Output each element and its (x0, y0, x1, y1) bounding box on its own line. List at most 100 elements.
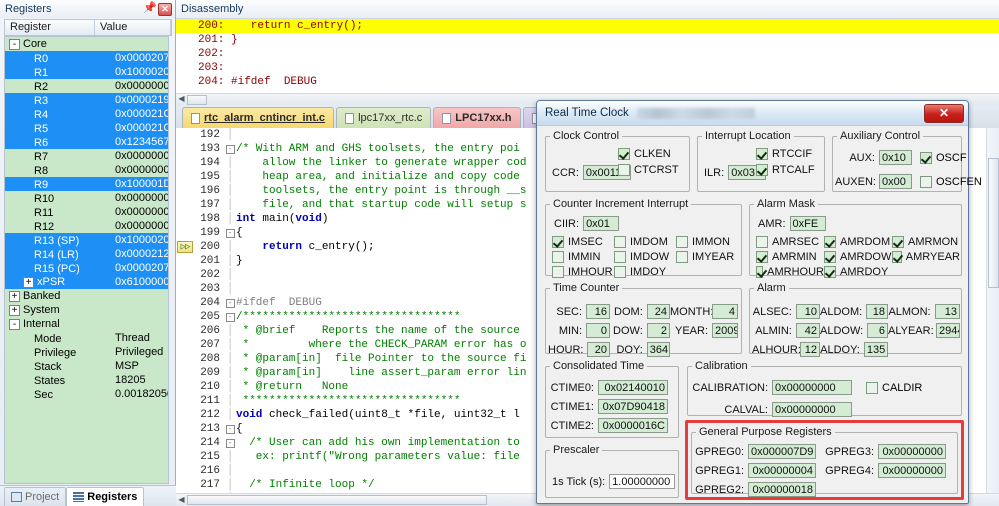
code-marker-column[interactable] (176, 394, 194, 408)
register-row[interactable]: R9 0x100001DC (5, 177, 168, 191)
cii-checkbox-item[interactable]: IMDOW (614, 251, 676, 263)
register-row[interactable]: R4 0x000021C0 (5, 107, 168, 121)
scroll-left-icon[interactable]: ◀ (176, 94, 187, 105)
amrdow-checkbox[interactable] (824, 251, 836, 263)
code-marker-column[interactable] (176, 380, 194, 394)
ciir-input[interactable]: 0x01 (583, 216, 620, 231)
amrdom-checkbox[interactable] (824, 236, 836, 248)
editor-tab-2[interactable]: LPC17xx.h (433, 107, 521, 128)
gpreg1-input[interactable]: 0x00000004 (748, 463, 816, 478)
code-marker-column[interactable] (176, 366, 194, 380)
code-marker-column[interactable] (176, 212, 194, 226)
aldom-input[interactable]: 18 (866, 304, 888, 319)
disassembly-line[interactable]: 200: return c_entry(); (176, 19, 999, 33)
register-value[interactable]: 0x0000212D (115, 248, 168, 260)
register-row[interactable]: R13 (SP) 0x10000200 (5, 233, 168, 247)
column-header-register[interactable]: Register (5, 20, 95, 35)
amr-input[interactable]: 0xFE (789, 216, 826, 231)
collapse-toggle-icon[interactable]: - (9, 319, 20, 330)
auxen-input[interactable]: 0x00 (879, 174, 912, 189)
cii-checkbox-item[interactable]: IMMON (676, 236, 738, 248)
alsec-input[interactable]: 10 (795, 304, 820, 319)
register-row[interactable]: Sec 0.00182050 (5, 387, 168, 401)
register-row[interactable]: R15 (PC) 0x0000207E (5, 261, 168, 275)
register-row[interactable]: R0 0x0000207F (5, 51, 168, 65)
cii-checkbox-item[interactable]: IMDOM (614, 236, 676, 248)
register-value[interactable]: 0x00000000 (115, 150, 168, 162)
tab-project[interactable]: Project (4, 487, 67, 506)
gpreg4-input[interactable]: 0x00000000 (878, 463, 946, 478)
amrhour-checkbox[interactable] (756, 266, 764, 278)
register-value[interactable]: 0x000021C0 (115, 108, 168, 120)
tick-input[interactable]: 1.00000000 (609, 474, 676, 489)
register-row[interactable]: + Banked (5, 289, 168, 303)
cii-checkbox-item[interactable]: IMSEC (552, 236, 614, 248)
cii-checkbox-item[interactable]: IMDOY (614, 266, 676, 278)
code-marker-column[interactable] (176, 198, 194, 212)
scroll-left-icon[interactable]: ◀ (176, 495, 187, 506)
register-value[interactable]: 0x00000000 (115, 80, 168, 92)
register-row[interactable]: R7 0x00000000 (5, 149, 168, 163)
register-row[interactable]: Stack MSP (5, 359, 168, 373)
fold-toggle-icon[interactable]: - (224, 422, 236, 436)
min-input[interactable]: 0 (586, 323, 610, 338)
amrmon-checkbox[interactable] (892, 236, 904, 248)
alhour-input[interactable]: 12 (800, 342, 820, 357)
register-row[interactable]: R11 0x00000000 (5, 205, 168, 219)
gpreg2-input[interactable]: 0x00000018 (748, 482, 816, 497)
almin-input[interactable]: 42 (795, 323, 820, 338)
amryear-checkbox[interactable] (892, 251, 902, 263)
cii-checkbox-item[interactable]: IMHOUR (552, 266, 614, 278)
cii-checkbox-item[interactable]: IMMIN (552, 251, 614, 263)
oscfen-checkbox[interactable] (920, 175, 932, 188)
code-marker-column[interactable] (176, 226, 194, 240)
calibration-input[interactable]: 0x00000000 (772, 380, 852, 395)
register-value[interactable]: 0x100001DC (115, 178, 168, 190)
fold-toggle-icon[interactable]: - (224, 310, 236, 324)
register-value[interactable]: 0x10000200 (115, 234, 168, 246)
code-marker-column[interactable] (176, 142, 194, 156)
code-vscrollbar[interactable] (986, 128, 999, 493)
expand-toggle-icon[interactable]: + (23, 277, 34, 288)
amrmin-checkbox[interactable] (756, 251, 768, 263)
alarm-mask-checkbox-item[interactable]: AMRDOY (824, 266, 892, 278)
close-icon[interactable]: ✕ (924, 103, 964, 123)
register-value[interactable]: 0x000021C0 (115, 122, 168, 134)
pin-icon[interactable]: 📌 (143, 2, 157, 16)
register-row[interactable]: + System (5, 303, 168, 317)
register-row[interactable]: - Core (5, 37, 168, 51)
editor-tab-0[interactable]: rtc_alarm_cntincr_int.c (182, 107, 335, 128)
fold-toggle-icon[interactable]: - (224, 436, 236, 450)
registers-tree[interactable]: -CoreR00x0000207FR10x10000200R20x0000000… (4, 36, 169, 484)
register-value[interactable]: 0x10000200 (115, 66, 168, 78)
scroll-thumb[interactable] (187, 94, 207, 105)
register-row[interactable]: R10 0x00000000 (5, 191, 168, 205)
register-row[interactable]: Privilege Privileged (5, 345, 168, 359)
register-row[interactable]: R1 0x10000200 (5, 65, 168, 79)
code-marker-column[interactable] (176, 338, 194, 352)
amrsec-checkbox[interactable] (756, 236, 768, 248)
aldoy-input[interactable]: 135 (863, 342, 888, 357)
register-row[interactable]: R3 0x00002193 (5, 93, 168, 107)
sec-input[interactable]: 16 (586, 304, 610, 319)
code-marker-column[interactable] (176, 296, 194, 310)
calval-input[interactable]: 0x00000000 (772, 402, 852, 417)
fold-toggle-icon[interactable]: - (224, 226, 236, 240)
code-marker-column[interactable] (176, 128, 194, 142)
close-icon[interactable]: ✕ (158, 2, 172, 16)
disassembly-view[interactable]: 200: return c_entry(); 201: } 202: 203: 204:… (176, 18, 999, 93)
register-row[interactable]: R6 0x12345678 (5, 135, 168, 149)
register-value[interactable]: 0x00000000 (115, 192, 168, 204)
register-value[interactable]: 0x61000000 (115, 276, 168, 288)
year-input[interactable]: 2009 (712, 323, 738, 338)
code-marker-column[interactable] (176, 450, 194, 464)
fold-toggle-icon[interactable]: - (224, 296, 236, 310)
code-marker-column[interactable] (176, 310, 194, 324)
register-value[interactable]: 0x0000207E (115, 262, 168, 274)
expand-toggle-icon[interactable]: + (9, 305, 20, 316)
ctime0-input[interactable]: 0x02140010 (598, 380, 668, 395)
register-value[interactable]: 0x12345678 (115, 136, 168, 148)
aldow-input[interactable]: 6 (867, 323, 888, 338)
code-marker-column[interactable] (176, 436, 194, 450)
register-row[interactable]: R5 0x000021C0 (5, 121, 168, 135)
